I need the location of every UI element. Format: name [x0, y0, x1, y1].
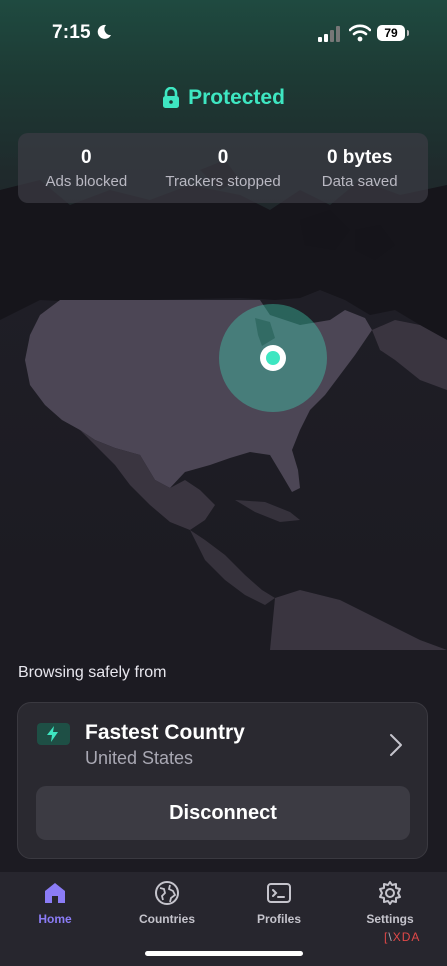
cellular-signal-icon: [318, 26, 340, 42]
fastest-badge: [37, 723, 70, 745]
home-icon: [45, 883, 65, 903]
map-south-america: [270, 590, 447, 650]
tab-label: Countries: [138, 912, 195, 926]
watermark: [\XDA: [384, 930, 421, 944]
battery-indicator: 79: [377, 25, 409, 41]
location-marker-dot: [266, 351, 280, 365]
tab-label: Settings: [366, 912, 414, 926]
world-map[interactable]: [0, 150, 447, 650]
bolt-icon: [47, 726, 58, 742]
wifi-icon: [349, 24, 371, 42]
chevron-right-icon[interactable]: [389, 733, 403, 757]
stat-trackers-stopped: 0 Trackers stopped: [155, 133, 292, 203]
stat-ads-blocked: 0 Ads blocked: [18, 133, 155, 203]
browsing-heading: Browsing safely from: [18, 664, 167, 681]
protection-status-label: Protected: [188, 86, 285, 109]
gear-icon: [379, 881, 401, 905]
connection-card: Fastest Country United States Disconnect: [17, 702, 428, 859]
stat-label: Data saved: [321, 173, 398, 190]
tab-home[interactable]: Home: [5, 880, 105, 926]
globe-icon: [155, 881, 179, 905]
app-screen: 7:15 79 Protected 0 Ads blocked 0 Tracke…: [0, 0, 447, 966]
map-caribbean-islands: [235, 500, 300, 522]
lock-icon: [163, 87, 180, 108]
tab-profiles[interactable]: Profiles: [229, 880, 329, 926]
home-indicator[interactable]: [145, 951, 303, 956]
server-country[interactable]: United States: [85, 748, 193, 769]
watermark-mark: [: [384, 930, 389, 944]
stat-value: 0 bytes: [326, 147, 393, 168]
protection-status: Protected: [0, 86, 447, 114]
status-bar: 7:15 79: [0, 18, 447, 48]
disconnect-button[interactable]: Disconnect: [36, 786, 410, 840]
tab-label: Home: [38, 912, 72, 926]
terminal-icon: [267, 883, 291, 903]
tab-settings[interactable]: Settings: [340, 880, 440, 926]
moon-icon: [97, 24, 111, 39]
stat-value: 0: [217, 147, 229, 168]
tab-countries[interactable]: Countries: [117, 880, 217, 926]
status-time: 7:15: [52, 22, 91, 43]
stat-label: Ads blocked: [45, 173, 128, 190]
tab-label: Profiles: [256, 912, 301, 926]
watermark-text: XDA: [392, 930, 421, 944]
stats-panel: 0 Ads blocked 0 Trackers stopped 0 bytes…: [18, 133, 428, 203]
server-name[interactable]: Fastest Country: [85, 721, 245, 745]
map-central-america: [190, 530, 275, 605]
stat-data-saved: 0 bytes Data saved: [291, 133, 428, 203]
stat-label: Trackers stopped: [165, 173, 281, 190]
stat-value: 0: [81, 147, 92, 168]
map-country-usa: [25, 300, 372, 492]
